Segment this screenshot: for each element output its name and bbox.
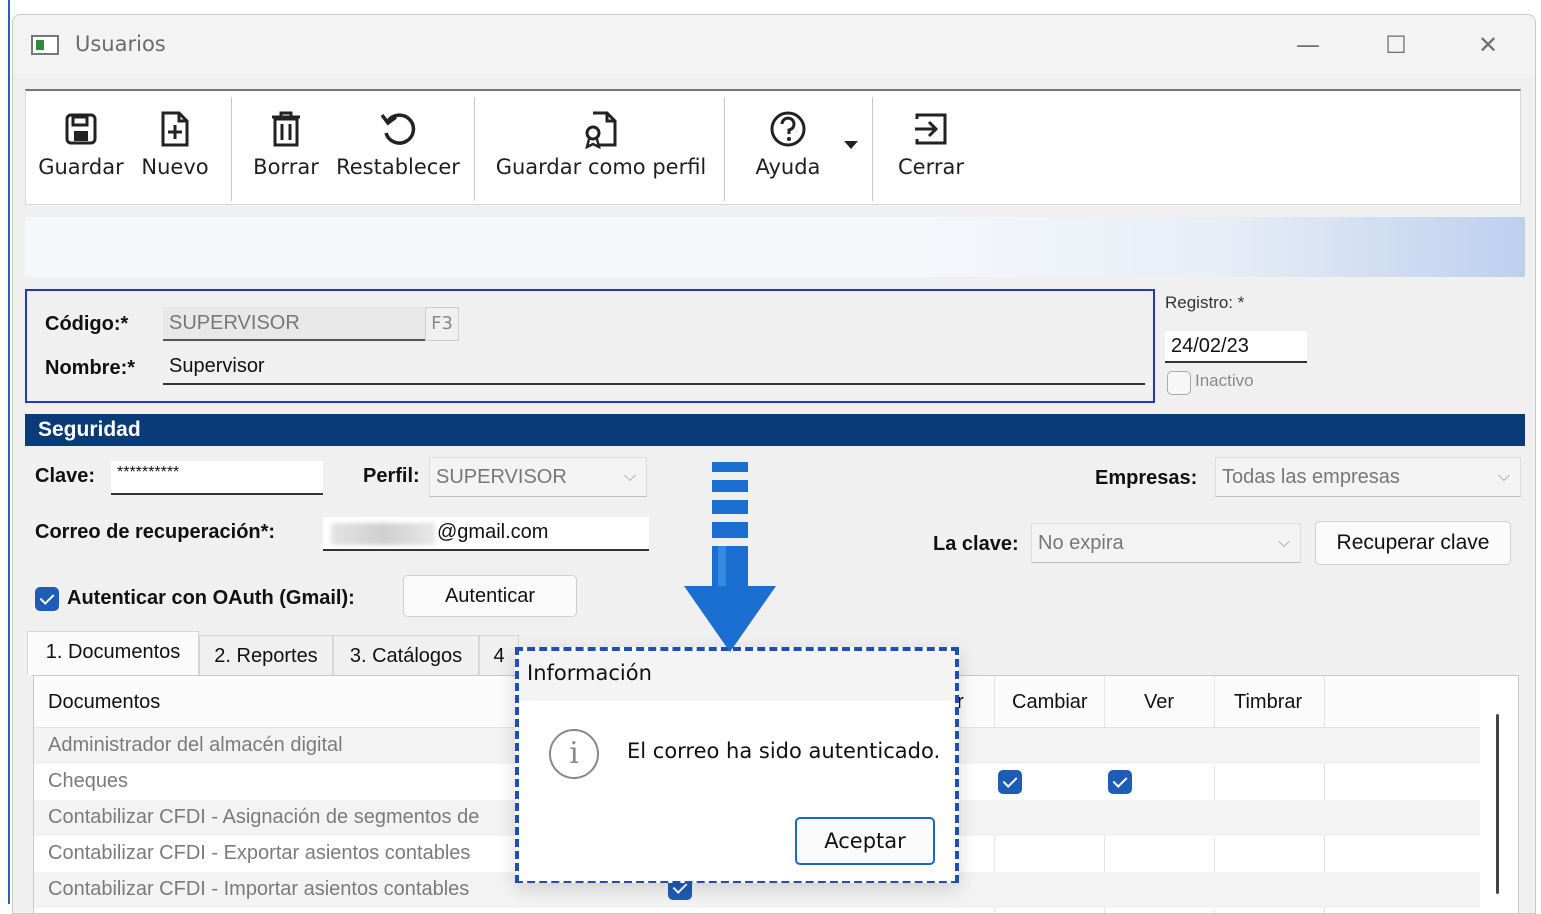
oauth-checkbox[interactable] (35, 587, 59, 611)
help-icon (770, 111, 806, 147)
perfil-value: SUPERVISOR (436, 466, 567, 488)
code-field: SUPERVISOR (163, 307, 425, 341)
clave-label: Clave: (35, 465, 96, 487)
new-label: Nuevo (141, 155, 209, 179)
cheques-ver-checkbox[interactable] (1108, 770, 1132, 794)
toolbar-separator (724, 97, 725, 201)
accept-button[interactable]: Aceptar (795, 817, 935, 865)
empresas-label: Empresas: (1095, 467, 1198, 489)
dialog-title: Información (527, 661, 652, 685)
header-banner (25, 217, 1525, 277)
save-as-profile-button[interactable]: Guardar como perfil (488, 101, 714, 197)
close-button[interactable]: Cerrar (886, 101, 976, 197)
restore-label: Restablecer (336, 155, 460, 179)
toolbar-separator (872, 97, 873, 201)
help-dropdown-arrow[interactable] (844, 141, 858, 149)
window-title: Usuarios (75, 32, 166, 56)
pointer-arrow-icon (684, 462, 776, 652)
save-as-profile-label: Guardar como perfil (495, 155, 707, 179)
oauth-label: Autenticar con OAuth (Gmail): (67, 587, 355, 609)
header-timbrar: Timbrar (1234, 691, 1303, 713)
help-button[interactable]: Ayuda (740, 101, 836, 197)
name-field[interactable]: Supervisor (163, 351, 1145, 385)
tab-4[interactable]: 4 (479, 635, 519, 675)
info-icon: i (549, 729, 599, 779)
save-label: Guardar (38, 155, 124, 179)
left-edge (0, 0, 10, 904)
code-label: Código:* (45, 313, 129, 335)
tab-documentos[interactable]: 1. Documentos (27, 631, 199, 675)
undo-icon (380, 113, 416, 145)
help-label: Ayuda (755, 155, 821, 179)
toolbar-separator (474, 97, 475, 201)
expiration-value: No expira (1038, 532, 1124, 554)
chevron-down-icon: ⌵ (1497, 468, 1510, 485)
restore-button[interactable]: Restablecer (336, 101, 460, 197)
tab-catalogos[interactable]: 3. Catálogos (333, 635, 479, 675)
table-row[interactable]: Cheques (48, 770, 128, 793)
table-row[interactable]: Administrador del almacén digital (48, 734, 343, 757)
delete-button[interactable]: Borrar (244, 101, 328, 197)
security-section-header: Seguridad (25, 414, 1525, 446)
table-row[interactable]: Contabilizar CFDI - Exportar asientos co… (48, 842, 470, 865)
new-document-icon (161, 111, 189, 147)
tab-reportes[interactable]: 2. Reportes (199, 635, 333, 675)
toolbar-separator (231, 97, 232, 201)
code-lookup-key[interactable]: F3 (425, 307, 459, 341)
redacted-email-user (331, 523, 435, 545)
correo-field[interactable]: @gmail.com (323, 517, 649, 551)
registro-label: Registro: * (1165, 293, 1245, 312)
clave-field[interactable]: ********** (111, 461, 323, 495)
delete-label: Borrar (253, 155, 319, 179)
maximize-button[interactable]: ☐ (1371, 27, 1421, 63)
header-documentos: Documentos (48, 691, 161, 713)
save-button[interactable]: Guardar (36, 101, 126, 197)
header-cambiar: Cambiar (1012, 691, 1088, 713)
minimize-button[interactable]: — (1283, 27, 1333, 63)
registro-field[interactable]: 24/02/23 (1165, 331, 1307, 363)
profile-document-icon (585, 111, 617, 149)
selected-cell-area (994, 764, 1214, 800)
app-icon (31, 35, 59, 55)
information-dialog: Información i El correo ha sido autentic… (515, 647, 959, 883)
cheques-cambiar-checkbox[interactable] (998, 770, 1022, 794)
empresas-select[interactable]: Todas las empresas ⌵ (1215, 457, 1521, 497)
toolbar: Guardar Nuevo Borrar Restablecer Guardar… (25, 89, 1521, 205)
perfil-select[interactable]: SUPERVISOR ⌵ (429, 457, 647, 497)
dialog-message: El correo ha sido autenticado. (627, 739, 941, 763)
table-row[interactable]: Contabilizar CFDI - Importar asientos co… (48, 878, 469, 901)
trash-icon (272, 111, 300, 147)
recover-password-button[interactable]: Recuperar clave (1315, 521, 1511, 565)
new-button[interactable]: Nuevo (134, 101, 216, 197)
identity-panel: Código:* SUPERVISOR F3 Nombre:* Supervis… (25, 289, 1155, 403)
chevron-down-icon: ⌵ (623, 468, 636, 485)
perfil-label: Perfil: (363, 465, 420, 487)
chevron-down-icon: ⌵ (1277, 534, 1290, 551)
name-label: Nombre:* (45, 357, 136, 379)
header-ver: Ver (1144, 691, 1175, 713)
expiration-select[interactable]: No expira ⌵ (1031, 523, 1301, 563)
save-icon (65, 113, 97, 145)
inactivo-label: Inactivo (1195, 371, 1254, 390)
empresas-value: Todas las empresas (1222, 466, 1400, 488)
la-clave-label: La clave: (933, 533, 1019, 555)
correo-value: @gmail.com (437, 521, 549, 543)
exit-icon (915, 113, 947, 145)
close-label: Cerrar (898, 155, 964, 179)
authenticate-button[interactable]: Autenticar (403, 575, 577, 617)
grid-scrollbar[interactable] (1496, 714, 1499, 894)
inactivo-checkbox[interactable] (1167, 371, 1191, 395)
table-row[interactable]: Contabilizar CFDI - Asignación de segmen… (48, 806, 479, 829)
close-window-button[interactable]: ✕ (1463, 27, 1513, 63)
correo-label: Correo de recuperación*: (35, 521, 276, 543)
title-bar: Usuarios — ☐ ✕ (13, 15, 1535, 75)
